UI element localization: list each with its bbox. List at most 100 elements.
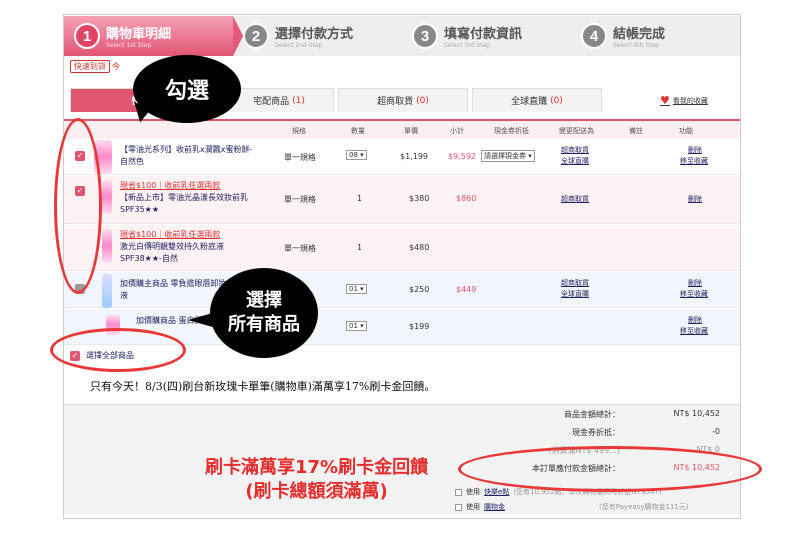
move-to-favorites-link[interactable]: 移至收藏 — [680, 156, 708, 167]
use-shopping-credit[interactable]: 使用 購物金 (您有Payeasy購物金111元) — [455, 502, 689, 512]
delete-link[interactable]: 刪除 — [688, 315, 702, 326]
delete-link[interactable]: 刪除 — [688, 145, 702, 156]
promo-tag[interactable]: 現省$100｜收前乳任選兩款 — [120, 181, 220, 190]
pay-pre: 使用 — [466, 503, 480, 511]
delete-link[interactable]: 刪除 — [688, 194, 702, 205]
change-store-pickup[interactable]: 超商取貨 — [561, 278, 589, 289]
subtotal: $9,592 — [448, 152, 476, 161]
promo-tag[interactable]: 現省$100｜收前乳任選兩款 — [120, 230, 220, 239]
product-title: 激光白傳明靚雙效持久粉底液SPF38★★-自然 — [120, 242, 224, 263]
checkbox[interactable] — [455, 488, 462, 496]
change-global[interactable]: 全球直購 — [561, 289, 589, 300]
step-3: 3 填寫付款資訊 Select 3rd Step — [402, 16, 581, 56]
table-header: 規格 數量 單價 小計 現金券折抵 變更配送為 備註 功能 — [64, 119, 740, 139]
tab-global[interactable]: 全球直購 (0) — [472, 88, 602, 112]
annotation-bubble-check: 勾選 — [133, 55, 241, 123]
heart-icon: ♥ — [660, 94, 670, 107]
summary-label: 現金券折抵： — [572, 428, 620, 437]
product-thumbnail — [102, 229, 112, 263]
product-spec: 單一規格 — [284, 153, 316, 162]
summary-coupon: 現金券折抵： -0 — [572, 427, 720, 438]
tab-label: 宅配商品 — [253, 97, 290, 107]
coupon-select[interactable]: 請選擇現金券 ▾ — [481, 150, 535, 162]
step-title: 購物車明細 — [106, 27, 172, 42]
bubble-line: 選擇 — [246, 290, 282, 311]
checkout-steps: 1 購物車明細 Select 1st Step 2 選擇付款方式 Select 2n… — [64, 16, 740, 56]
express-label: 快速到貨 — [70, 60, 110, 73]
table-row: 現省$100｜收前乳任選兩款激光白傳明靚雙效持久粉底液SPF38★★-自然 單一… — [64, 225, 740, 271]
step-subtitle: Select 1st Step — [106, 42, 152, 49]
step-number: 3 — [412, 23, 438, 49]
step-4: 4 結帳完成 Select 4th Step — [571, 16, 740, 56]
product-name[interactable]: 【零油光系列】收前乳x潤飄x蜜粉餅-自然色 — [120, 144, 255, 168]
tab-store-pickup[interactable]: 超商取貨 (0) — [338, 88, 468, 112]
product-spec: 單一規格 — [284, 244, 316, 253]
favorites-link[interactable]: ♥ 看我的收藏 — [660, 94, 708, 107]
tab-count: (0) — [416, 95, 429, 106]
pay-note: (您有Payeasy購物金111元) — [599, 503, 689, 511]
step-subtitle: Select 4th Step — [613, 42, 659, 49]
coupon-value: 請選擇現金券 — [484, 152, 526, 160]
tab-count: (0) — [550, 95, 563, 106]
product-thumbnail — [102, 180, 112, 214]
favorites-label: 看我的收藏 — [672, 96, 708, 105]
promo-text: 只有今天！8/3(四)刷台新玫瑰卡單筆(購物車)滿萬享17%刷卡金回饋。 — [90, 380, 436, 393]
header-price: 單價 — [404, 127, 418, 135]
delete-link[interactable]: 刪除 — [688, 278, 702, 289]
annotation-ring-grand-total — [458, 446, 762, 492]
tab-label: 全球直購 — [511, 97, 548, 107]
table-row: 加價購主商品 零負擔眼唇卸妝液 01 ▾ $250 $449 超商取貨 全球直購… — [64, 272, 740, 308]
pay-pre: 使用 — [466, 488, 480, 496]
summary-total: 商品金額總計： NT$ 10,452 — [564, 409, 720, 420]
product-thumbnail — [102, 274, 112, 308]
qty-value: 08 — [349, 151, 358, 159]
qty-select[interactable]: 08 ▾ — [346, 150, 367, 160]
checkbox[interactable] — [455, 503, 462, 511]
pay-link[interactable]: 購物金 — [484, 502, 505, 512]
unit-price: $199 — [409, 322, 430, 331]
callout-line: (刷卡總額須滿萬) — [245, 481, 388, 502]
step-number: 4 — [581, 23, 607, 49]
step-1: 1 購物車明細 Select 1st Step — [64, 16, 243, 56]
change-store-pickup[interactable]: 超商取貨 — [561, 145, 589, 156]
header-coupon: 現金券折抵 — [494, 127, 529, 135]
subtotal: $860 — [456, 194, 477, 203]
header-change: 變更配送為 — [559, 127, 594, 135]
change-global[interactable]: 全球直購 — [561, 156, 589, 167]
header-subtotal: 小計 — [450, 127, 464, 135]
bubble-line: 所有商品 — [228, 314, 300, 335]
tab-label: 超商取貨 — [377, 97, 414, 107]
move-to-favorites-link[interactable]: 移至收藏 — [680, 326, 708, 337]
qty-select[interactable]: 01 ▾ — [346, 284, 367, 294]
product-spec: 單一規格 — [284, 195, 316, 204]
qty-value: 1 — [357, 194, 363, 203]
tab-count: (1) — [292, 95, 305, 106]
change-store-pickup[interactable]: 超商取貨 — [561, 194, 589, 205]
product-title: 【新品上市】零油光晶漾長效妝前乳SPF35★★ — [120, 193, 248, 214]
qty-select[interactable]: 01 ▾ — [346, 321, 367, 331]
unit-price: $480 — [409, 243, 430, 252]
qty-value: 01 — [349, 322, 358, 330]
product-name[interactable]: 現省$100｜收前乳任選兩款激光白傳明靚雙效持久粉底液SPF38★★-自然 — [120, 229, 255, 265]
step-number: 2 — [243, 23, 269, 49]
step-title: 選擇付款方式 — [275, 27, 354, 42]
callout-line: 刷卡滿萬享17%刷卡金回饋 — [205, 457, 429, 478]
header-action: 功能 — [679, 127, 693, 135]
express-delivery-badge[interactable]: 快速到貨 今 — [70, 60, 120, 73]
step-subtitle: Select 3rd Step — [444, 42, 490, 49]
step-number: 1 — [74, 23, 100, 49]
subtotal: $449 — [456, 285, 477, 294]
unit-price: $250 — [409, 285, 430, 294]
annotation-ring-select-all — [50, 328, 186, 372]
table-row: ✓ 【零油光系列】收前乳x潤飄x蜜粉餅-自然色 單一規格 08 ▾ $1,199… — [64, 139, 740, 175]
express-after: 今 — [112, 62, 120, 71]
move-to-favorites-link[interactable]: 移至收藏 — [680, 289, 708, 300]
annotation-ring-checkboxes — [54, 118, 102, 294]
summary-value: -0 — [712, 427, 720, 436]
product-name[interactable]: 現省$100｜收前乳任選兩款【新品上市】零油光晶漾長效妝前乳SPF35★★ — [120, 180, 255, 216]
summary-label: 商品金額總計： — [564, 410, 620, 419]
step-title: 填寫付款資訊 — [444, 27, 523, 42]
pay-link[interactable]: 快樂e點 — [484, 487, 509, 497]
annotation-callout: 刷卡滿萬享17%刷卡金回饋 (刷卡總額須滿萬) — [205, 456, 428, 504]
step-title: 結帳完成 — [613, 27, 666, 42]
